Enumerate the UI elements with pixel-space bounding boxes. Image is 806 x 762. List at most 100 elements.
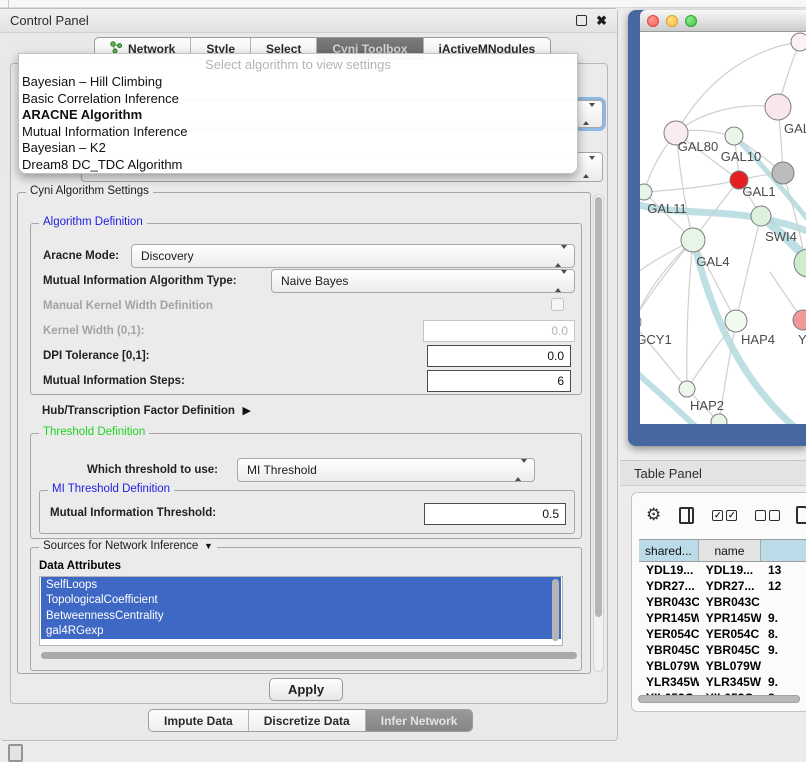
network-edge [736,216,761,321]
table-row[interactable]: YBR043CYBR043C [639,594,806,610]
kernel-width-field[interactable]: 0.0 [423,320,575,342]
network-node-hap2[interactable] [679,381,695,397]
split-columns-icon[interactable] [679,507,694,524]
table-cell: YBL079W [699,658,761,674]
node-label: GAL [784,121,806,136]
algorithm-definition-group: Algorithm Definition Aracne Mode: Discov… [30,223,582,395]
attributes-list-scrollbar[interactable] [552,579,559,641]
chevron-right-icon: ▶ [239,404,251,417]
algorithm-dropdown-placeholder: Select algorithm to view settings [19,56,577,74]
table-toolbar: ⚙ ✓✓ [632,499,806,531]
node-label: SWI4 [765,229,797,244]
mi-threshold-definition-group: MI Threshold Definition Mutual Informati… [39,490,575,534]
table-hscrollbar[interactable] [638,695,800,703]
network-view-window: GALGAL80GAL10GAL1GAL11SWI4GAL4GCY1HAP4YH… [628,10,806,446]
close-traffic-light-icon[interactable] [647,15,659,27]
table-cell: YER054C [639,626,699,642]
network-node-gal11[interactable] [640,184,652,200]
aracne-mode-combobox[interactable]: Discovery [131,244,575,268]
table-cell: 9. [761,674,806,690]
network-node-gal10[interactable] [725,127,743,145]
node-table: shared...name YDL19...YDL19...13YDR27...… [639,539,806,706]
dropdown-item[interactable]: ARACNE Algorithm [19,107,577,124]
attributes-hscrollbar[interactable] [41,652,577,659]
select-all-checkboxes-icon[interactable]: ✓✓ [712,510,737,521]
table-row[interactable]: YBR045CYBR045C9. [639,642,806,658]
network-edge [687,321,736,389]
dropdown-item[interactable]: Mutual Information Inference [19,124,577,141]
apply-button[interactable]: Apply [269,678,343,701]
restore-panel-icon[interactable] [8,744,23,762]
mi-algorithm-type-combobox[interactable]: Naive Bayes [271,269,575,293]
settings-scrollbar-thumb[interactable] [595,197,602,617]
tab-impute-data[interactable]: Impute Data [149,710,249,731]
settings-scrollbar[interactable] [593,194,604,672]
which-threshold-label: Which threshold to use: [87,464,218,476]
mi-steps-label: Mutual Information Steps: [43,375,185,387]
column-header[interactable]: name [699,540,761,561]
sources-title[interactable]: Sources for Network Inference ▼ [39,540,217,552]
network-node-gal[interactable] [765,94,791,120]
table-cell: 8. [761,626,806,642]
attribute-item[interactable]: TopologicalCoefficient [41,593,561,609]
manual-kernel-checkbox[interactable] [551,298,564,311]
table-row[interactable]: YLR345WYLR345W9. [639,674,806,690]
zoom-traffic-light-icon[interactable] [685,15,697,27]
network-node-swi4[interactable] [751,206,771,226]
dropdown-item[interactable]: Basic Correlation Inference [19,91,577,108]
column-header[interactable]: shared... [639,540,699,561]
sources-title-text: Sources for Network Inference [43,540,198,552]
network-window-titlebar[interactable] [640,10,806,32]
network-edge [687,240,693,389]
attribute-item[interactable]: BetweennessCentrality [41,608,561,624]
hub-definition-expander[interactable]: Hub/Transcription Factor Definition ▶ [42,401,251,419]
node-label: GAL1 [742,184,775,199]
table-row[interactable]: YPR145WYPR145W9. [639,610,806,626]
dropdown-item[interactable]: Dream8 DC_TDC Algorithm [19,157,577,174]
dpi-tolerance-label: DPI Tolerance [0,1]: [43,350,150,362]
desktop-strip [0,0,806,8]
deselect-all-checkboxes-icon[interactable] [755,510,780,521]
attribute-item[interactable]: gal4RGexp [41,624,561,640]
network-node[interactable] [791,33,806,51]
algorithm-definition-title: Algorithm Definition [39,216,147,228]
gear-icon[interactable]: ⚙ [646,505,661,525]
network-node-y[interactable] [793,310,806,330]
network-node-gal4[interactable] [681,228,705,252]
data-attributes-list[interactable]: SelfLoopsTopologicalCoefficientBetweenne… [39,576,563,646]
tab-infer-network[interactable]: Infer Network [366,710,473,731]
tab-discretize-data[interactable]: Discretize Data [249,710,366,731]
which-threshold-combobox[interactable]: MI Threshold [237,458,535,482]
network-node[interactable] [772,162,794,184]
network-canvas[interactable]: GALGAL80GAL10GAL1GAL11SWI4GAL4GCY1HAP4YH… [640,32,806,424]
table-cell: YBR045C [639,642,699,658]
table-row[interactable]: YDL19...YDL19...13 [639,562,806,578]
network-edge [644,180,739,192]
dropdown-item[interactable]: Bayesian – Hill Climbing [19,74,577,91]
mi-threshold-field[interactable]: 0.5 [424,503,566,525]
manual-kernel-label: Manual Kernel Width Definition [43,300,213,312]
column-header[interactable] [761,540,806,561]
mi-threshold-label: Mutual Information Threshold: [50,507,216,519]
kernel-width-label: Kernel Width (0,1): [43,325,144,337]
document-icon[interactable] [796,506,806,524]
close-icon[interactable]: ✖ [596,15,607,26]
minimize-traffic-light-icon[interactable] [666,15,678,27]
table-row[interactable]: YDR27...YDR27...12 [639,578,806,594]
sources-group: Sources for Network Inference ▼ Data Att… [30,547,582,671]
float-window-icon[interactable] [576,15,587,26]
network-edge [640,240,693,322]
network-node-gcy1[interactable] [640,313,641,331]
attribute-item[interactable]: SelfLoops [41,577,561,593]
dropdown-item[interactable]: Bayesian – K2 [19,140,577,157]
table-cell: 13 [761,562,806,578]
network-node-hap4[interactable] [725,310,747,332]
table-row[interactable]: YBL079WYBL079W [639,658,806,674]
dpi-tolerance-field[interactable]: 0.0 [427,345,571,367]
mi-steps-field[interactable]: 6 [427,370,571,392]
table-cell: YDR27... [699,578,761,594]
table-cell: 12 [761,578,806,594]
node-label: HAP4 [741,332,775,347]
table-row[interactable]: YER054CYER054C8. [639,626,806,642]
control-panel-title: Control Panel [10,13,89,28]
